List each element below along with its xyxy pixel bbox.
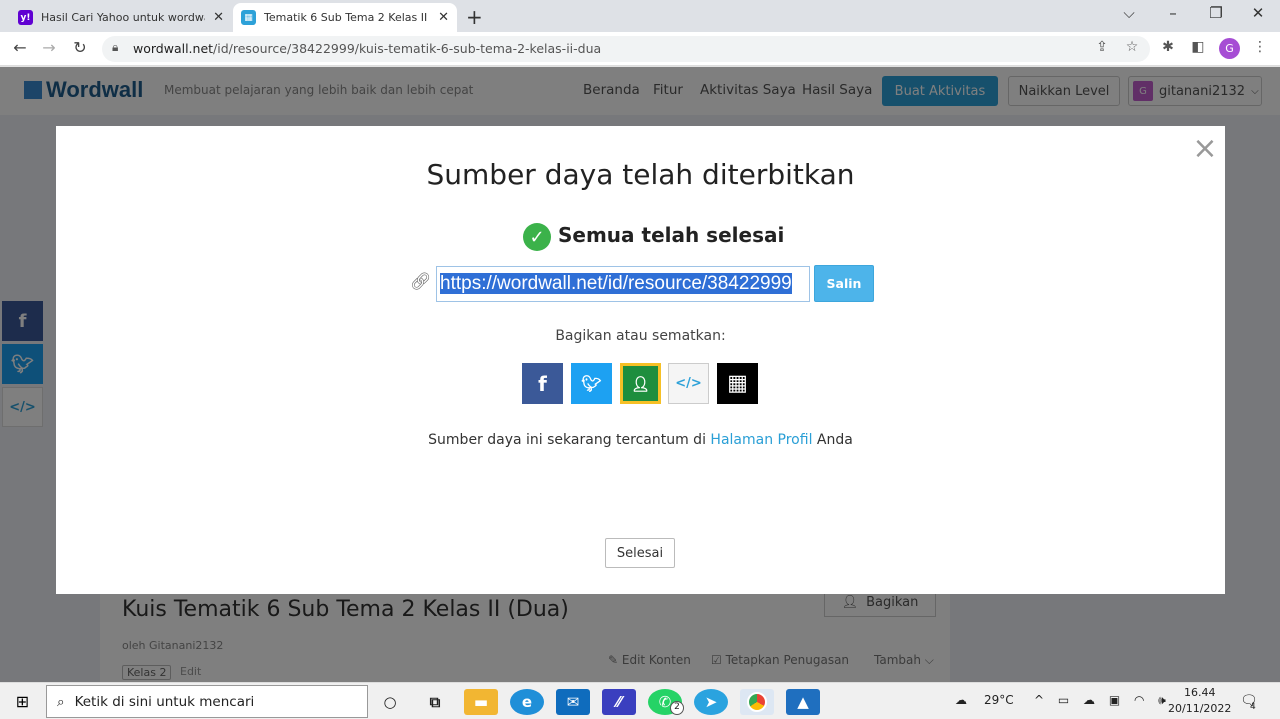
publish-modal: × Sumber daya telah diterbitkan ✓ Semua … — [56, 126, 1225, 594]
window-close-icon[interactable]: ✕ — [1247, 4, 1269, 22]
qr-code-icon[interactable]: ▦ — [717, 363, 758, 404]
profile-page-link[interactable]: Halaman Profil — [710, 432, 812, 448]
chevron-down-icon[interactable]: ⌵ — [1118, 4, 1140, 22]
url-path: /id/resource/38422999/kuis-tematik-6-sub… — [213, 41, 602, 56]
clock-time: 16.44 — [1183, 686, 1216, 699]
tab-title: Tematik 6 Sub Tema 2 Kelas II (D — [264, 11, 431, 24]
new-tab-icon[interactable]: + — [466, 5, 483, 29]
whatsapp-badge: 2 — [670, 701, 684, 715]
extensions-icon[interactable]: ✱ — [1158, 39, 1178, 55]
system-tray-icons[interactable]: ^ ▭ ☁ ▣ ◠ 🕪︎ — [1034, 693, 1171, 708]
bookmark-star-icon[interactable]: ☆ — [1122, 39, 1142, 55]
search-placeholder: Ketik di sini untuk mencari — [74, 693, 255, 710]
forward-icon[interactable]: → — [38, 38, 60, 57]
yahoo-icon: y! — [18, 10, 33, 25]
weather-temp[interactable]: 29°C — [984, 693, 1014, 707]
url-domain: wordwall.net — [133, 41, 214, 56]
weather-icon[interactable]: ☁︎ — [955, 693, 967, 707]
photos-icon[interactable]: ▲ — [786, 689, 820, 715]
side-panel-icon[interactable]: ◧ — [1188, 39, 1208, 55]
reload-icon[interactable]: ↻ — [69, 38, 91, 57]
link-icon: 🔗︎ — [410, 272, 432, 292]
chrome-icon[interactable] — [740, 689, 774, 715]
tab-title: Hasil Cari Yahoo untuk wordwall. — [41, 11, 206, 24]
taskbar-search[interactable]: ⌕ Ketik di sini untuk mencari — [46, 685, 368, 718]
embed-icon[interactable]: </> — [668, 363, 709, 404]
google-classroom-icon[interactable]: 👤︎ — [620, 363, 661, 404]
tab-bar: y! Hasil Cari Yahoo untuk wordwall. ✕ ▦ … — [0, 0, 1280, 32]
share-label: Bagikan atau sematkan: — [555, 328, 726, 344]
profile-notice: Sumber daya ini sekarang tercantum di Ha… — [428, 432, 853, 448]
check-circle-icon: ✓ — [523, 223, 551, 251]
windows-taskbar: ⊞ ⌕ Ketik di sini untuk mencari ○ ⧉ ▬ e … — [0, 682, 1280, 719]
url-text[interactable]: wordwall.net/id/resource/38422999/kuis-t… — [133, 41, 601, 56]
twitter-share-icon[interactable]: 🐦︎ — [571, 363, 612, 404]
search-icon: ⌕ — [57, 693, 65, 710]
telegram-icon[interactable]: ➤ — [694, 689, 728, 715]
clock-date: 20/11/2022 — [1168, 702, 1232, 715]
modal-title: Sumber daya telah diterbitkan — [426, 158, 855, 191]
notification-count: 4 — [1250, 702, 1256, 712]
tab-wordwall[interactable]: ▦ Tematik 6 Sub Tema 2 Kelas II (D ✕ — [233, 3, 457, 32]
file-explorer-icon[interactable]: ▬ — [464, 689, 498, 715]
clock[interactable]: 16.44 20/11/2022 — [1168, 685, 1231, 717]
copy-button[interactable]: Salin — [814, 265, 874, 302]
done-button[interactable]: Selesai — [605, 538, 675, 568]
profile-avatar[interactable]: G — [1219, 38, 1240, 59]
wordwall-icon: ▦ — [241, 10, 256, 25]
edge-icon[interactable]: e — [510, 689, 544, 715]
resource-link-text[interactable]: https://wordwall.net/id/resource/3842299… — [440, 273, 792, 294]
share-icon[interactable]: ⇪ — [1092, 39, 1112, 55]
powerautomate-icon[interactable]: ⁄⁄ — [602, 689, 636, 715]
resource-link-field[interactable]: https://wordwall.net/id/resource/3842299… — [436, 266, 810, 302]
back-icon[interactable]: ← — [9, 38, 31, 57]
minimize-icon[interactable]: – — [1162, 4, 1184, 22]
close-icon[interactable]: ✕ — [438, 10, 449, 25]
menu-icon[interactable]: ⋮ — [1250, 39, 1270, 55]
facebook-share-icon[interactable]: f — [522, 363, 563, 404]
cortana-icon[interactable]: ○ — [373, 689, 407, 715]
status-text: Semua telah selesai — [558, 223, 785, 247]
task-view-icon[interactable]: ⧉ — [418, 689, 452, 715]
close-icon[interactable]: ✕ — [213, 10, 224, 25]
windows-start-icon[interactable]: ⊞ — [0, 683, 45, 719]
restore-icon[interactable]: ❐ — [1205, 4, 1227, 22]
tab-yahoo[interactable]: y! Hasil Cari Yahoo untuk wordwall. ✕ — [10, 3, 232, 32]
lock-icon[interactable]: 🔒︎ — [112, 40, 118, 55]
mail-icon[interactable]: ✉ — [556, 689, 590, 715]
